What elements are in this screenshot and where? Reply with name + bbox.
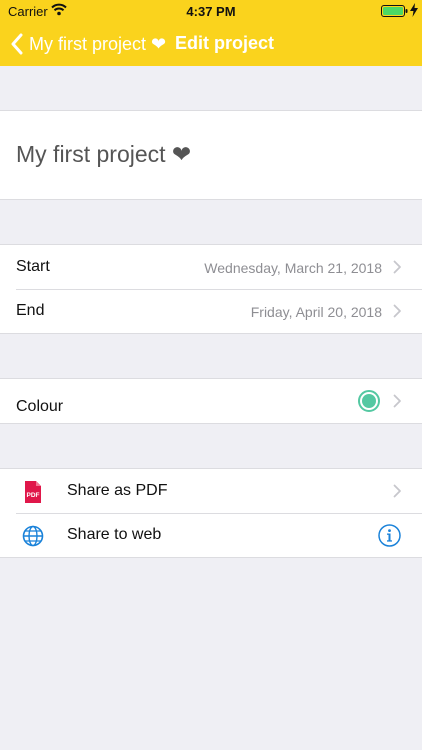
start-date-row[interactable]: Start Wednesday, March 21, 2018 — [0, 245, 422, 289]
chevron-right-icon — [393, 304, 401, 318]
chevron-right-icon — [393, 394, 401, 408]
share-web-label: Share to web — [67, 526, 162, 543]
share-section: PDF Share as PDF Share to web — [0, 468, 422, 558]
colour-swatch — [358, 390, 380, 412]
colour-row[interactable]: Colour — [0, 379, 422, 423]
end-label: End — [16, 302, 45, 319]
globe-icon — [22, 525, 44, 547]
project-name-section: My first project ❤ — [0, 110, 422, 200]
pdf-file-icon: PDF — [25, 481, 41, 503]
dates-section: Start Wednesday, March 21, 2018 End Frid… — [0, 244, 422, 334]
share-pdf-row[interactable]: PDF Share as PDF — [0, 469, 422, 513]
colour-label: Colour — [16, 398, 64, 415]
header: Carrier 4:37 PM My first project ❤ Edit … — [0, 0, 422, 66]
chevron-right-icon — [393, 260, 401, 274]
end-date-row[interactable]: End Friday, April 20, 2018 — [0, 289, 422, 333]
start-label: Start — [16, 258, 50, 275]
back-label: My first project ❤ — [29, 33, 167, 54]
colour-swatch-fill — [362, 394, 376, 408]
back-button[interactable]: My first project ❤ — [10, 31, 166, 57]
colour-section: Colour — [0, 378, 422, 424]
info-icon[interactable] — [378, 524, 401, 547]
start-date-value: Wednesday, March 21, 2018 — [204, 260, 382, 276]
status-bar: Carrier 4:37 PM — [0, 0, 422, 22]
share-web-row[interactable]: Share to web — [0, 513, 422, 557]
end-date-value: Friday, April 20, 2018 — [250, 304, 382, 320]
charging-icon — [410, 3, 418, 17]
nav-bar: My first project ❤ Edit project — [0, 24, 422, 64]
nav-title: Edit project — [175, 33, 275, 53]
status-time: 4:37 PM — [186, 4, 236, 19]
project-name-field[interactable]: My first project ❤ — [16, 141, 191, 168]
pdf-icon-text: PDF — [27, 492, 40, 499]
chevron-left-icon — [11, 33, 23, 55]
chevron-right-icon — [393, 484, 401, 498]
battery-icon — [381, 5, 408, 17]
share-pdf-label: Share as PDF — [67, 482, 168, 499]
